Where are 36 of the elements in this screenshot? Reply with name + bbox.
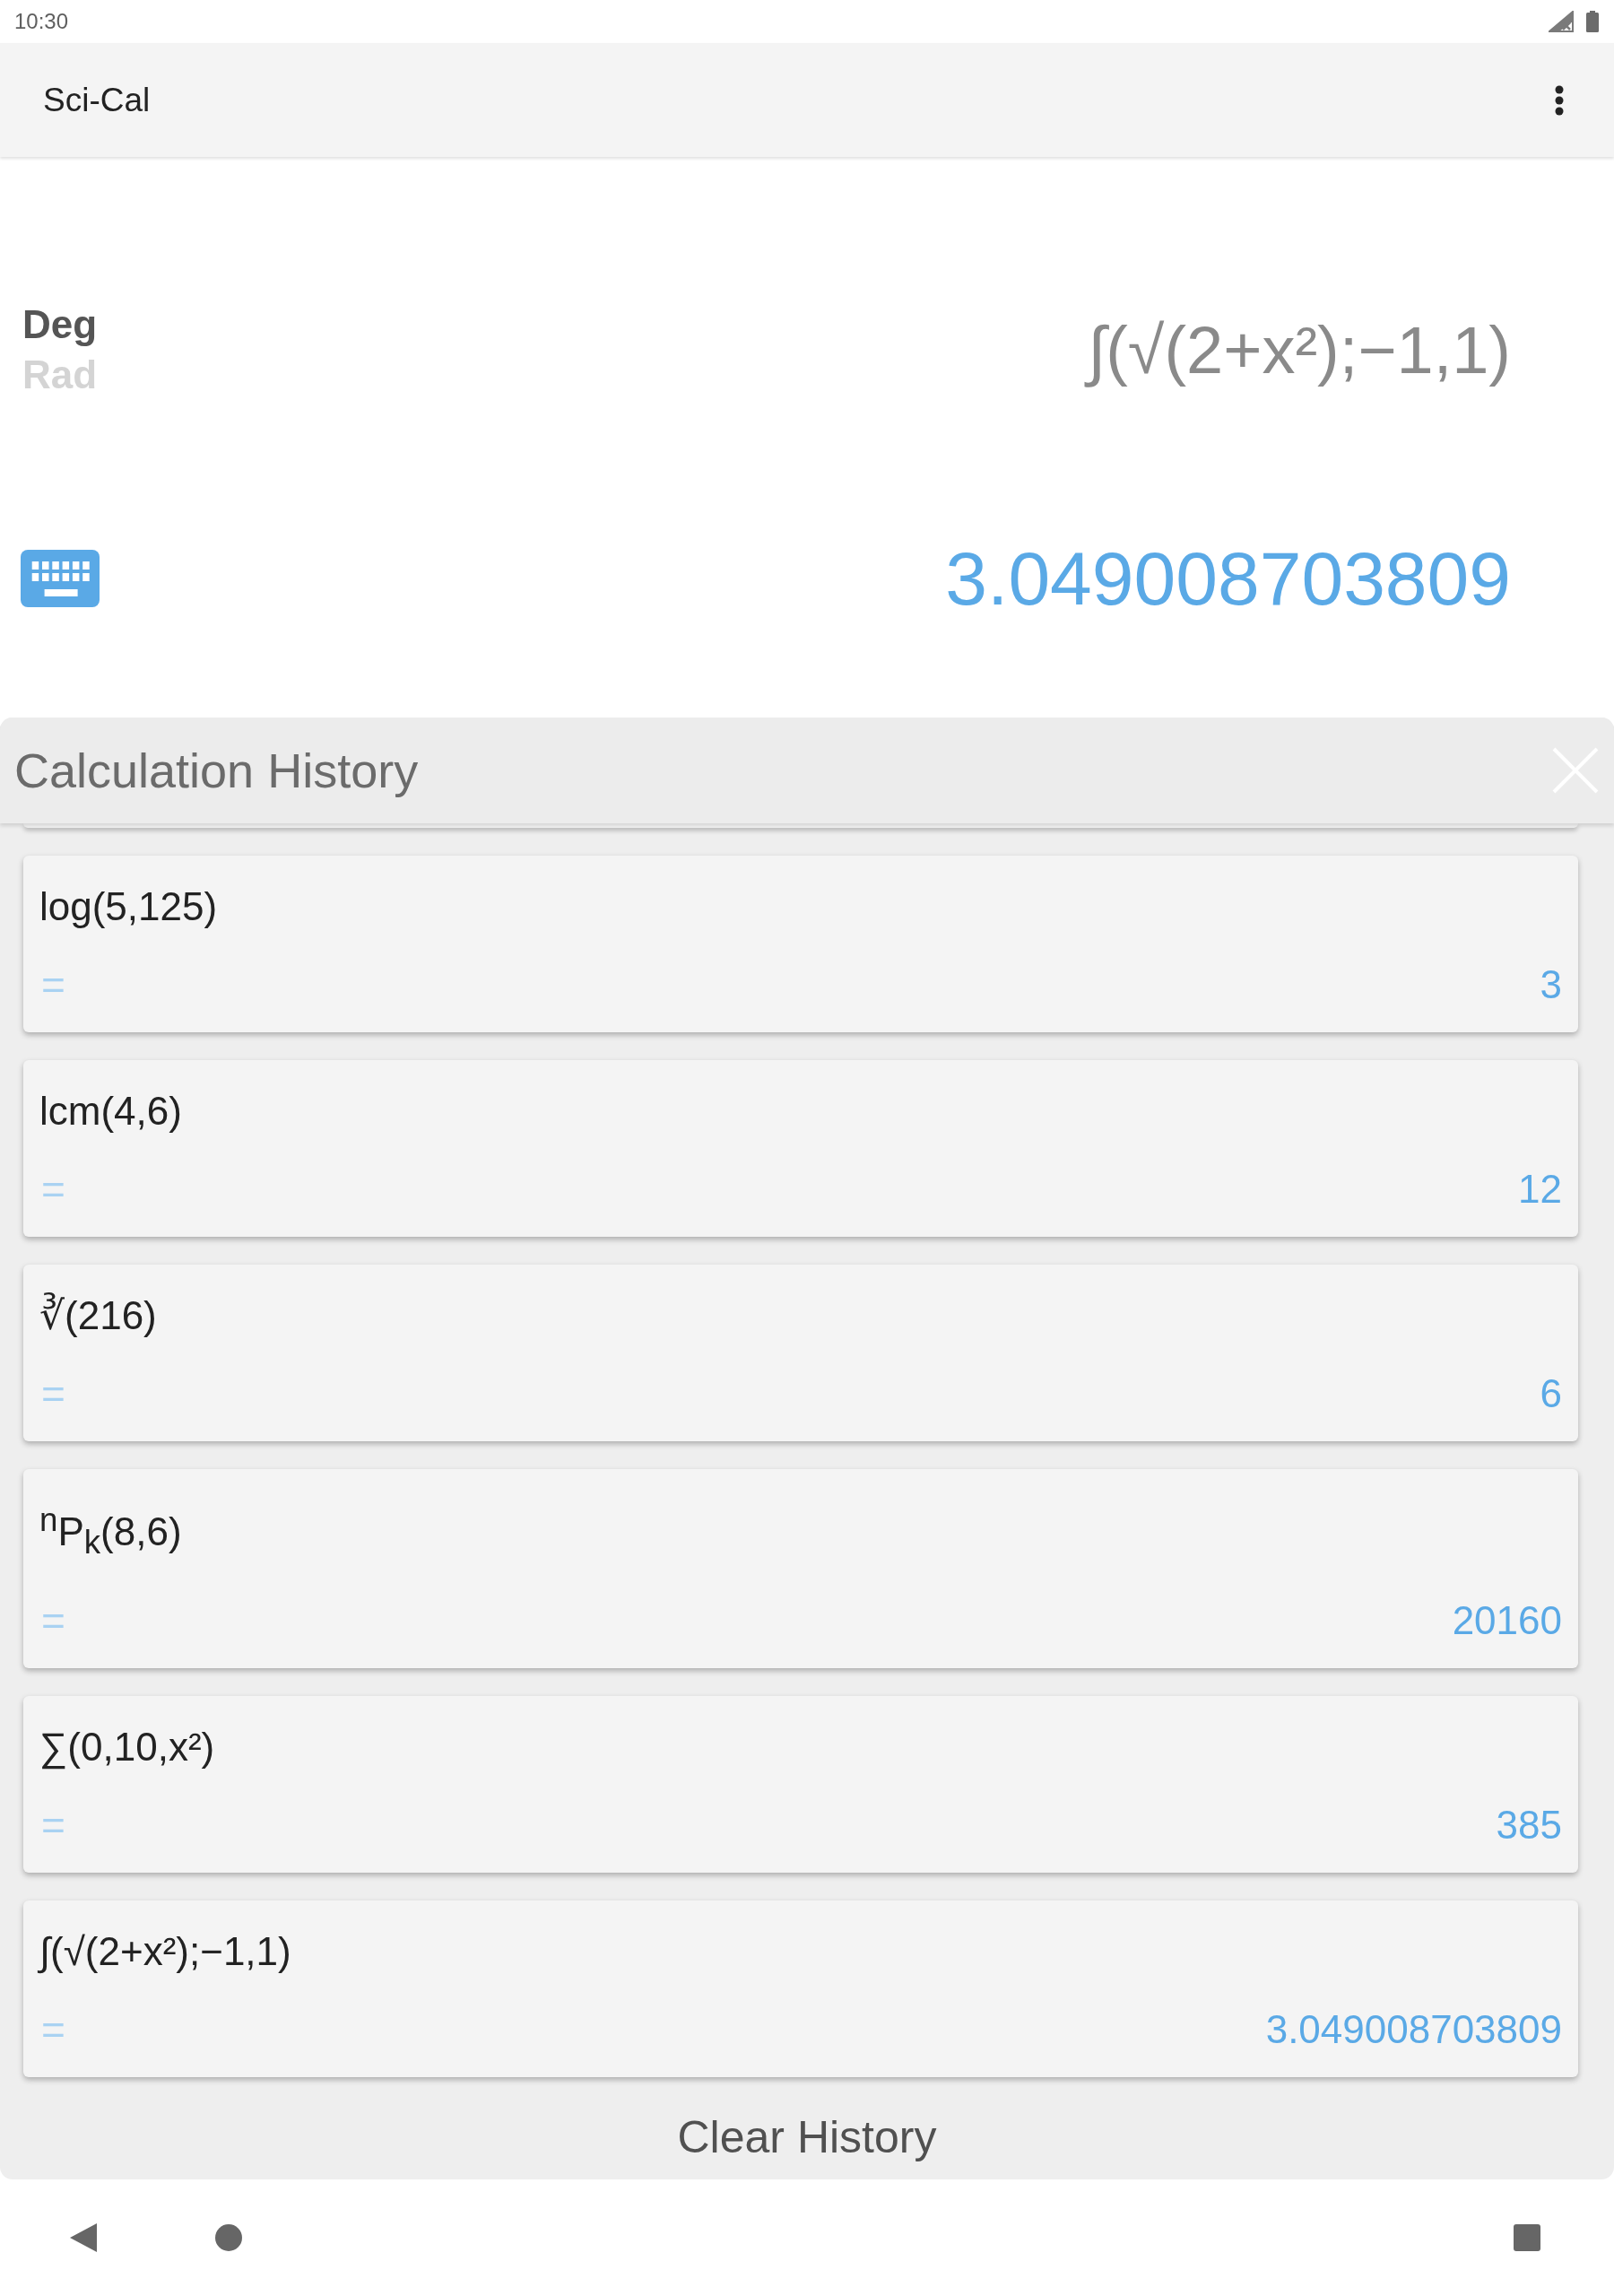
history-result: 385 [1496, 1802, 1562, 1849]
clear-history-button[interactable]: Clear History [641, 2101, 973, 2172]
history-expression: lcm(4,6) [39, 1088, 182, 1135]
app-title: Sci-Cal [43, 81, 151, 119]
history-expression: log(5,125) [39, 883, 218, 930]
equals-sign: = [40, 1596, 65, 1647]
history-title: Calculation History [14, 743, 419, 798]
history-card[interactable]: lcm(4,6) = 12 [23, 1060, 1578, 1237]
status-time: 10:30 [14, 9, 69, 34]
history-result: 3.049008703809 [1265, 2006, 1562, 2054]
history-expression: ∫(√(2+x²);−1,1) [39, 1928, 291, 1976]
history-expression: ∑(0,10,x²) [39, 1724, 215, 1771]
no-signal-icon [1549, 11, 1574, 32]
history-result: 6 [1540, 1370, 1562, 1417]
angle-mode-toggle[interactable]: Deg [22, 300, 98, 350]
history-card[interactable]: ∛(216) = 6 [23, 1265, 1578, 1441]
back-icon[interactable] [70, 2223, 97, 2252]
equals-sign: = [40, 1801, 65, 1851]
keyboard-icon[interactable] [21, 550, 100, 607]
history-card[interactable]: log(5,125) = 3 [23, 856, 1578, 1032]
equals-sign: = [40, 1370, 65, 1419]
history-expression: $^{n}$P$_{k}$(8,6) [39, 1500, 182, 1563]
equals-sign: = [40, 2005, 65, 2056]
more-icon[interactable] [1555, 84, 1564, 116]
equals-sign: = [40, 1165, 65, 1214]
history-card[interactable]: $^{n}$P$_{k}$(8,6) = 20160 [23, 1469, 1578, 1669]
home-icon[interactable] [215, 2224, 242, 2251]
history-result: 12 [1518, 1166, 1562, 1213]
history-result: 20160 [1452, 1597, 1562, 1645]
history-card[interactable]: ∫(√(2+x²);−1,1) = 3.049008703809 [23, 1900, 1578, 2078]
equals-sign: = [40, 961, 65, 1010]
history-expression: ∛(216) [39, 1292, 157, 1339]
history-result: 3 [1540, 961, 1562, 1008]
battery-icon [1586, 11, 1599, 32]
result-display: 3.049008703809 [945, 535, 1511, 622]
history-card[interactable]: ∑(0,10,x²) = 385 [23, 1696, 1578, 1874]
